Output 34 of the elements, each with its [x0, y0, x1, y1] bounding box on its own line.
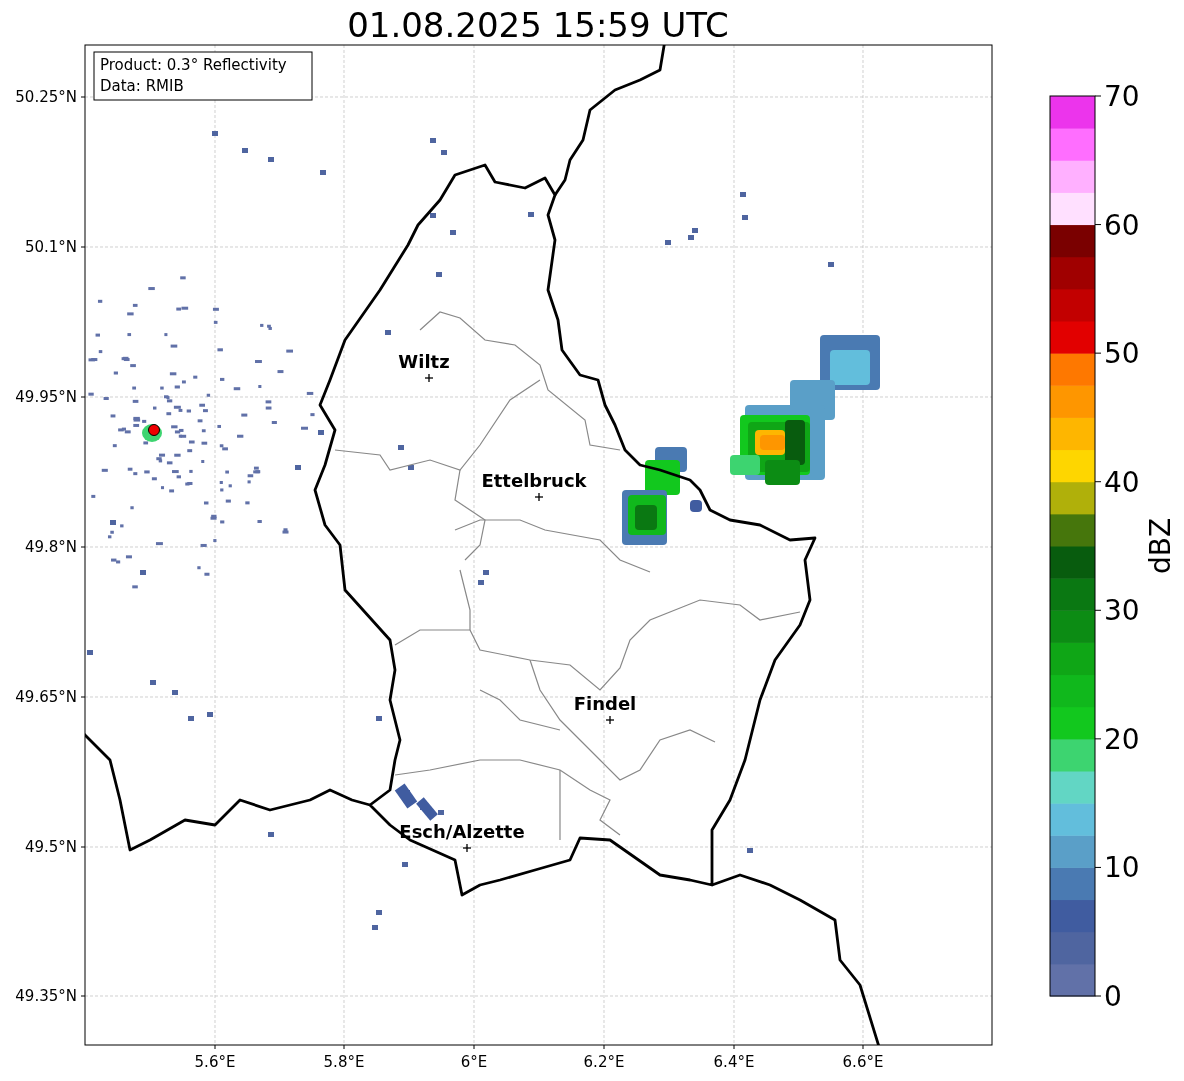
city-marker-icon — [424, 373, 434, 383]
latitude-label: 49.8°N — [24, 538, 77, 556]
info-text: Data: RMIB — [100, 77, 184, 95]
info-text: Product: 0.3° Reflectivity — [100, 56, 287, 74]
radar-site-icon — [148, 424, 160, 436]
city-marker-icon — [534, 492, 544, 502]
city-label: Ettelbruck — [481, 470, 587, 491]
colorbar-tick-label: 30 — [1104, 594, 1140, 628]
latitude-label: 50.1°N — [24, 238, 77, 256]
latitude-label: 49.5°N — [24, 838, 77, 856]
city-marker-icon — [605, 715, 615, 725]
latitude-label: 49.65°N — [15, 688, 77, 706]
city-label: Esch/Alzette — [399, 821, 525, 842]
city-marker-icon — [462, 843, 472, 853]
longitude-label: 6.6°E — [842, 1053, 884, 1071]
latitude-label: 50.25°N — [15, 88, 77, 106]
colorbar-tick-label: 10 — [1104, 851, 1140, 885]
longitude-label: 6.2°E — [583, 1053, 625, 1071]
chart-title: 01.08.2025 15:59 UTC — [347, 5, 729, 45]
city-label: Findel — [573, 693, 637, 714]
latitude-label: 49.95°N — [15, 388, 77, 406]
colorbar-tick-label: 50 — [1104, 337, 1140, 371]
colorbar-title: dBZ — [1144, 517, 1177, 575]
colorbar-tick-label: 40 — [1104, 465, 1140, 499]
latitude-label: 49.35°N — [15, 987, 77, 1005]
longitude-label: 5.8°E — [323, 1053, 365, 1071]
colorbar-tick-label: 0 — [1104, 980, 1122, 1013]
longitude-label: 6°E — [460, 1053, 488, 1071]
colorbar-tick-label: 70 — [1104, 80, 1140, 113]
colorbar-tick-label: 60 — [1104, 208, 1140, 242]
city-label: Wiltz — [398, 351, 450, 372]
longitude-label: 6.4°E — [713, 1053, 755, 1071]
colorbar-tick-label: 20 — [1104, 722, 1140, 756]
longitude-label: 5.6°E — [194, 1053, 236, 1071]
